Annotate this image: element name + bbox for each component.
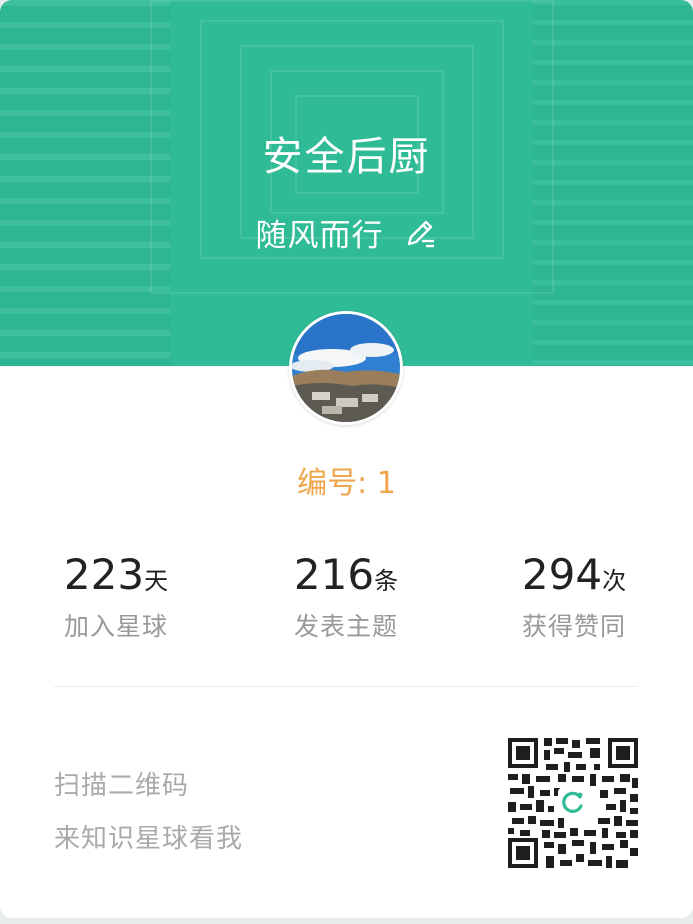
planet-title: 安全后厨	[262, 134, 431, 180]
nickname: 随风而行	[255, 218, 384, 254]
scan-hint-line1: 扫描二维码	[54, 771, 190, 801]
stat-join-days: 223天 加入星球	[16, 550, 216, 643]
stat-label: 获得赞同	[521, 612, 626, 641]
scan-hint-line2: 来知识星球看我	[54, 824, 244, 854]
stat-unit: 次	[602, 567, 627, 595]
stat-label: 加入星球	[63, 612, 168, 641]
stat-value: 223	[63, 550, 145, 599]
stat-likes: 294次 获得赞同	[474, 550, 674, 643]
stat-topics: 216条 发表主题	[246, 550, 446, 643]
avatar[interactable]	[289, 311, 403, 425]
pencil-icon[interactable]	[402, 215, 438, 251]
nickname-row: 随风而行	[0, 210, 693, 255]
stat-label: 发表主题	[293, 612, 398, 641]
stat-value: 216	[293, 550, 375, 599]
stat-value: 294	[521, 550, 603, 599]
stat-unit: 天	[144, 567, 169, 595]
stair-texture-left	[0, 0, 170, 366]
member-serial: 编号: 1	[297, 466, 396, 501]
stat-unit: 条	[374, 567, 399, 595]
scan-hint: 扫描二维码 来知识星球看我	[54, 760, 243, 866]
profile-card: 安全后厨 随风而行 编号: 1 223天 加入星球 216条 发表主题 294次…	[0, 0, 693, 918]
divider	[54, 686, 638, 687]
qr-code[interactable]	[506, 736, 640, 870]
stair-texture-right	[533, 0, 693, 366]
